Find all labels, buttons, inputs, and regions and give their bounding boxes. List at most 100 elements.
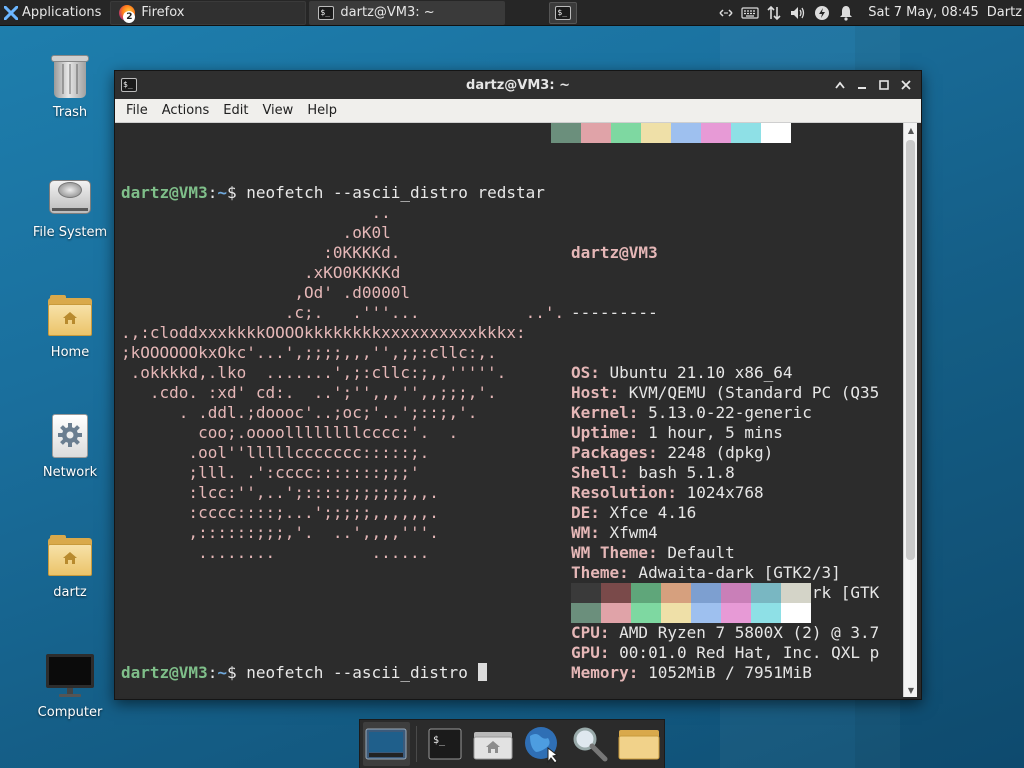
power-icon[interactable] [810,0,834,26]
color-swatch [731,123,761,143]
notifications-bell-icon[interactable] [834,0,858,26]
keyboard-icon[interactable] [738,0,762,26]
color-swatch [551,123,581,143]
terminal-launcher[interactable]: $_ [549,1,578,24]
menu-file[interactable]: File [119,99,155,123]
desktop-icon-label: Home [50,345,90,360]
applications-menu-button[interactable]: Applications [0,0,107,26]
minimize-button[interactable] [851,74,873,96]
home-folder-icon [473,732,513,760]
dock-separator [415,726,418,762]
show-desktop-icon [365,728,407,760]
info-row: WM Theme: Default [571,543,879,563]
home-folder-icon [46,532,94,580]
desktop-icon-label: Trash [52,105,88,120]
info-value: AMD Ryzen 7 5800X (2) @ 3.7 [609,623,880,642]
prompt-user: dartz@VM3 [121,183,208,202]
prompt-user: dartz@VM3 [121,663,208,682]
taskbar-firefox-label: Firefox [141,5,185,20]
info-key: Kernel: [571,403,639,422]
info-value: 5.13.0-22-generic [638,403,812,422]
dock-web-browser[interactable] [518,722,565,766]
info-key: Packages: [571,443,658,462]
bottom-dock: $_ [359,719,665,768]
clock[interactable]: Sat 7 May, 08:45 [858,5,986,20]
info-row: Shell: bash 5.1.8 [571,463,879,483]
vertical-scrollbar[interactable]: ▲ ▼ [903,123,917,697]
info-value: 2248 (dpkg) [657,443,774,462]
info-row: Packages: 2248 (dpkg) [571,443,879,463]
desktop-icon-label: dartz [53,585,87,600]
color-swatch [781,583,811,603]
network-connection-icon[interactable] [714,0,738,26]
command-text: neofetch --ascii_distro redstar [246,183,545,202]
desktop-icon-trash[interactable]: Trash [20,52,120,120]
user-menu[interactable]: Dartz [987,5,1024,20]
info-key: OS: [571,363,600,382]
info-row: Theme: Adwaita-dark [GTK2/3] [571,563,879,583]
prompt-symbol: $ [226,183,237,202]
prompt-line-1: dartz@VM3:~$ neofetch --ascii_distro red… [121,183,545,203]
info-key: Shell: [571,463,629,482]
info-title: dartz@VM3 [571,243,658,262]
window-title: dartz@VM3: ~ [466,77,570,93]
prompt-path: ~ [217,183,227,202]
info-row: Resolution: 1024x768 [571,483,879,503]
desktop-icon-computer[interactable]: Computer [20,652,120,720]
window-shade-button[interactable] [829,74,851,96]
drive-icon [46,172,94,220]
menu-edit[interactable]: Edit [216,99,255,123]
trash-icon [46,52,94,100]
terminal-window[interactable]: $_ dartz@VM3: ~ File Actions Edit View H… [114,70,922,700]
info-key: CPU: [571,623,610,642]
close-button[interactable] [895,74,917,96]
color-swatch [691,583,721,603]
color-swatch [661,583,691,603]
info-key: Uptime: [571,423,639,442]
desktop-icon-network[interactable]: Network [20,412,120,480]
network-gear-icon [46,412,94,460]
terminal-output[interactable]: dartz@VM3:~$ neofetch --ascii_distro red… [119,123,902,697]
firefox-icon: 2 [119,4,136,23]
ascii-art-logo: .. .oK0l :0KKKKd. .xKO0KKKKd ,Od' .d0000… [121,203,565,562]
info-value: Xfwm4 [599,523,658,542]
dock-terminal[interactable]: $_ [421,722,468,766]
taskbar-firefox[interactable]: 2 Firefox [110,0,307,25]
info-row: OS: Ubuntu 21.10 x86_64 [571,363,879,383]
dock-show-desktop[interactable] [363,722,410,766]
dock-home-folder[interactable] [470,722,517,766]
scroll-down-arrow-icon[interactable]: ▼ [904,683,918,697]
dock-search[interactable] [567,722,614,766]
menu-actions[interactable]: Actions [155,99,217,123]
window-titlebar[interactable]: $_ dartz@VM3: ~ [115,71,921,99]
top-panel: Applications 2 Firefox $_ dartz@VM3: ~ $… [0,0,1024,26]
transfer-arrows-icon[interactable] [762,0,786,26]
info-key: Theme: [571,563,629,582]
info-value: 1 hour, 5 mins [638,423,783,442]
info-row: CPU: AMD Ryzen 7 5800X (2) @ 3.7 [571,623,879,643]
color-swatch [751,583,781,603]
dock-folder[interactable] [615,722,662,766]
scrollbar-thumb[interactable] [906,140,915,560]
web-browser-icon [524,727,558,764]
command-input: neofetch --ascii_distro [246,663,478,682]
menu-help[interactable]: Help [300,99,344,123]
info-key: Resolution: [571,483,677,502]
color-swatch [721,583,751,603]
desktop-icon-dartz[interactable]: dartz [20,532,120,600]
terminal-icon[interactable]: $_ [121,78,137,92]
volume-icon[interactable] [786,0,810,26]
info-value: Ubuntu 21.10 x86_64 [599,363,793,382]
desktop-icon-home[interactable]: Home [20,292,120,360]
color-palette-dark [571,583,811,603]
info-value: 1052MiB / 7951MiB [638,663,812,682]
taskbar-terminal[interactable]: $_ dartz@VM3: ~ [309,0,506,25]
taskbar-terminal-label: dartz@VM3: ~ [340,5,435,20]
menu-view[interactable]: View [255,99,300,123]
scroll-up-arrow-icon[interactable]: ▲ [904,123,918,137]
text-cursor [478,663,488,681]
prompt-line-2: dartz@VM3:~$ neofetch --ascii_distro [121,663,488,683]
info-value: KVM/QEMU (Standard PC (Q35 [619,383,880,402]
desktop-icon-filesystem[interactable]: File System [20,172,120,240]
maximize-button[interactable] [873,74,895,96]
